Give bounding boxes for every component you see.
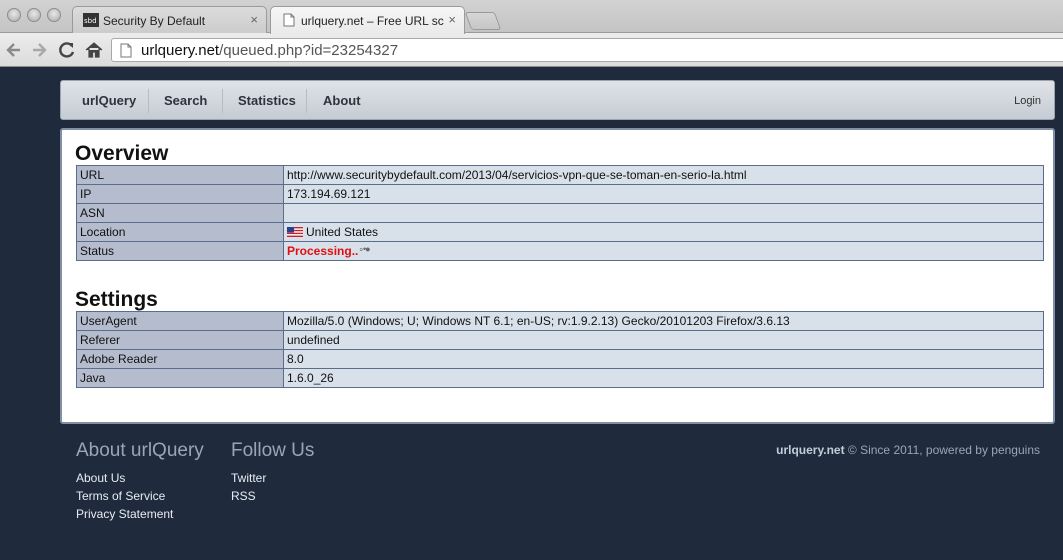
nav-brand-urlquery[interactable]: urlQuery	[82, 93, 136, 108]
nav-item-search[interactable]: Search	[164, 93, 207, 108]
footer-link-rss[interactable]: RSS	[231, 489, 256, 503]
sbd-favicon-icon: sbd	[83, 13, 99, 27]
address-host: urlquery.net	[141, 42, 220, 59]
close-tab-icon[interactable]: ×	[448, 12, 456, 27]
tab-title: urlquery.net – Free URL sc	[301, 14, 444, 28]
row-value-referer: undefined	[283, 330, 1044, 350]
footer-copyright: urlquery.net © Since 2011, powered by pe…	[776, 443, 1040, 457]
zoom-window-icon[interactable]	[47, 8, 61, 22]
nav-divider	[148, 89, 149, 113]
forward-arrow-icon[interactable]	[29, 40, 49, 60]
nav-divider	[222, 89, 223, 113]
row-key-asn: ASN	[76, 203, 284, 223]
browser-chrome: sbd Security By Default × urlquery.net –…	[0, 0, 1063, 67]
loading-spinner-icon: ∘•●	[358, 244, 370, 254]
address-bar[interactable]: urlquery.net/queued.php?id=23254327	[111, 38, 1063, 62]
table-row: Location United States	[76, 222, 1044, 242]
table-row: Status Processing..∘•●	[76, 241, 1044, 261]
row-key-status: Status	[76, 241, 284, 261]
svg-text:sbd: sbd	[84, 17, 97, 25]
overview-title: Overview	[75, 142, 169, 165]
footer-link-privacy[interactable]: Privacy Statement	[76, 507, 173, 521]
reload-icon[interactable]	[57, 40, 77, 60]
browser-toolbar: urlquery.net/queued.php?id=23254327	[0, 33, 1063, 67]
us-flag-icon	[287, 227, 303, 237]
table-row: Referer undefined	[76, 330, 1044, 350]
row-key-location: Location	[76, 222, 284, 242]
footer-link-terms[interactable]: Terms of Service	[76, 489, 165, 503]
page-icon	[120, 43, 132, 58]
tab-strip: sbd Security By Default × urlquery.net –…	[0, 0, 1063, 34]
login-link[interactable]: Login	[1014, 95, 1041, 107]
row-key-java: Java	[76, 368, 284, 388]
footer-follow-heading: Follow Us	[231, 440, 315, 461]
settings-title: Settings	[75, 288, 158, 311]
table-row: UserAgent Mozilla/5.0 (Windows; U; Windo…	[76, 311, 1044, 331]
row-value-url: http://www.securitybydefault.com/2013/04…	[283, 165, 1044, 185]
close-tab-icon[interactable]: ×	[250, 12, 258, 27]
location-country: United States	[306, 225, 379, 239]
address-path: /queued.php?id=23254327	[219, 42, 399, 59]
row-value-useragent: Mozilla/5.0 (Windows; U; Windows NT 6.1;…	[283, 311, 1044, 331]
table-row: ASN	[76, 203, 1044, 223]
nav-item-statistics[interactable]: Statistics	[238, 93, 296, 108]
footer-about-heading: About urlQuery	[76, 440, 204, 461]
content-panel: Overview URL http://www.securitybydefaul…	[60, 128, 1055, 424]
document-icon	[283, 13, 295, 27]
row-value-java: 1.6.0_26	[283, 368, 1044, 388]
row-key-adobe-reader: Adobe Reader	[76, 349, 284, 369]
address-url: urlquery.net/queued.php?id=23254327	[141, 42, 398, 59]
row-key-ip: IP	[76, 184, 284, 204]
footer-brand: urlquery.net	[776, 443, 845, 457]
row-value-status: Processing..∘•●	[283, 241, 1044, 261]
minimize-window-icon[interactable]	[27, 8, 41, 22]
tab-security-by-default[interactable]: sbd Security By Default ×	[72, 6, 267, 34]
table-row: URL http://www.securitybydefault.com/201…	[76, 165, 1044, 185]
nav-item-about[interactable]: About	[323, 93, 361, 108]
row-key-referer: Referer	[76, 330, 284, 350]
site-navbar: urlQuery Search Statistics About Login	[60, 80, 1055, 120]
row-value-location: United States	[283, 222, 1044, 242]
close-window-icon[interactable]	[7, 8, 21, 22]
row-value-asn	[283, 203, 1044, 223]
settings-table: UserAgent Mozilla/5.0 (Windows; U; Windo…	[76, 311, 1044, 388]
table-row: Adobe Reader 8.0	[76, 349, 1044, 369]
status-processing: Processing..	[287, 244, 359, 258]
footer-link-twitter[interactable]: Twitter	[231, 471, 266, 485]
table-row: Java 1.6.0_26	[76, 368, 1044, 388]
footer-copyright-text: © Since 2011, powered by penguins	[844, 443, 1040, 457]
nav-divider	[306, 89, 307, 113]
back-arrow-icon[interactable]	[4, 40, 24, 60]
tab-title: Security By Default	[103, 14, 206, 28]
overview-table: URL http://www.securitybydefault.com/201…	[76, 165, 1044, 261]
footer-link-about-us[interactable]: About Us	[76, 471, 125, 485]
home-icon[interactable]	[84, 40, 104, 60]
row-key-useragent: UserAgent	[76, 311, 284, 331]
new-tab-button[interactable]	[464, 12, 502, 30]
row-key-url: URL	[76, 165, 284, 185]
table-row: IP 173.194.69.121	[76, 184, 1044, 204]
tab-urlquery[interactable]: urlquery.net – Free URL sc ×	[270, 6, 465, 34]
row-value-adobe-reader: 8.0	[283, 349, 1044, 369]
row-value-ip: 173.194.69.121	[283, 184, 1044, 204]
